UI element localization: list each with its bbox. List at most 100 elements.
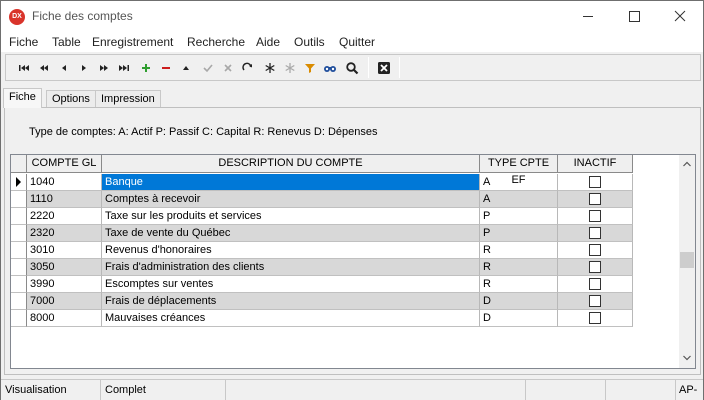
inactif-checkbox[interactable]	[589, 227, 601, 239]
header-type-cpte[interactable]: TYPE CPTE EF	[480, 155, 558, 186]
cell-type[interactable]: R	[480, 242, 558, 259]
cell-type[interactable]: P	[480, 225, 558, 242]
next-page-button[interactable]	[94, 57, 112, 78]
menu-table[interactable]: Table	[52, 35, 81, 49]
table-row[interactable]: 3050 Frais d'administration des clients …	[11, 259, 633, 276]
menu-fiche[interactable]: Fiche	[9, 35, 38, 49]
plus-icon	[142, 64, 150, 72]
status-panel	[226, 380, 526, 400]
first-record-button[interactable]	[14, 57, 32, 78]
add-record-button[interactable]	[136, 57, 154, 78]
cell-compte[interactable]: 2220	[27, 208, 102, 225]
maximize-button[interactable]	[611, 1, 657, 32]
title-bar[interactable]: DX Fiche des comptes	[1, 1, 703, 32]
asterisk-button[interactable]	[260, 57, 278, 78]
status-panel	[526, 380, 606, 400]
cell-description[interactable]: Banque	[102, 174, 480, 191]
accounts-grid-frame: COMPTE GL DESCRIPTION DU COMPTE TYPE CPT…	[10, 154, 696, 369]
header-inactif[interactable]: INACTIF	[558, 155, 633, 173]
cancel-edit-button[interactable]	[218, 57, 236, 78]
cell-type[interactable]: R	[480, 276, 558, 293]
cell-compte[interactable]: 3050	[27, 259, 102, 276]
cell-type[interactable]: A	[480, 191, 558, 208]
scroll-down-chevron-icon[interactable]	[683, 354, 691, 362]
inactif-checkbox[interactable]	[589, 176, 601, 188]
table-row[interactable]: 3990 Escomptes sur ventes R	[11, 276, 633, 293]
find-button[interactable]	[320, 57, 338, 78]
cell-inactif	[558, 259, 633, 276]
minimize-button[interactable]	[565, 1, 611, 32]
menu-bar: Fiche Table Enregistrement Recherche Aid…	[1, 32, 703, 52]
cell-description[interactable]: Frais d'administration des clients	[102, 259, 480, 276]
cell-inactif	[558, 242, 633, 259]
cell-description[interactable]: Mauvaises créances	[102, 310, 480, 327]
table-row[interactable]: 7000 Frais de déplacements D	[11, 293, 633, 310]
cell-type[interactable]: D	[480, 293, 558, 310]
cell-inactif	[558, 191, 633, 208]
tab-options[interactable]: Options	[46, 90, 96, 108]
asterisk-disabled-button[interactable]	[280, 57, 298, 78]
table-row[interactable]: 1110 Comptes à recevoir A	[11, 191, 633, 208]
cell-description[interactable]: Revenus d'honoraires	[102, 242, 480, 259]
move-up-button[interactable]	[176, 57, 194, 78]
account-type-legend: Type de comptes: A: Actif P: Passif C: C…	[29, 126, 378, 138]
table-row[interactable]: 3010 Revenus d'honoraires R	[11, 242, 633, 259]
refresh-button[interactable]	[238, 57, 256, 78]
cell-type[interactable]: D	[480, 310, 558, 327]
cell-type[interactable]: R	[480, 259, 558, 276]
previous-record-button[interactable]	[54, 57, 72, 78]
scroll-up-chevron-icon[interactable]	[683, 160, 691, 168]
cell-compte[interactable]: 3990	[27, 276, 102, 293]
filter-button[interactable]	[300, 57, 318, 78]
cell-compte[interactable]: 8000	[27, 310, 102, 327]
cell-description[interactable]: Taxe de vente du Québec	[102, 225, 480, 242]
cell-compte[interactable]: 7000	[27, 293, 102, 310]
current-row-arrow-icon	[16, 177, 21, 187]
cell-compte[interactable]: 1110	[27, 191, 102, 208]
next-record-button[interactable]	[74, 57, 92, 78]
toolbar-separator	[399, 57, 400, 78]
cell-type[interactable]: A	[480, 174, 558, 191]
delete-record-button[interactable]	[156, 57, 174, 78]
last-record-button[interactable]	[114, 57, 132, 78]
cell-description[interactable]: Escomptes sur ventes	[102, 276, 480, 293]
inactif-checkbox[interactable]	[589, 244, 601, 256]
menu-aide[interactable]: Aide	[256, 35, 280, 49]
tab-impression[interactable]: Impression	[95, 90, 161, 108]
menu-recherche[interactable]: Recherche	[187, 35, 245, 49]
inactif-checkbox[interactable]	[589, 295, 601, 307]
tab-fiche[interactable]: Fiche	[3, 88, 42, 108]
inactif-checkbox[interactable]	[589, 261, 601, 273]
row-indicator	[11, 191, 27, 208]
close-button[interactable]	[657, 1, 703, 32]
cell-type[interactable]: P	[480, 208, 558, 225]
menu-enregistrement[interactable]: Enregistrement	[92, 35, 173, 49]
cell-description[interactable]: Taxe sur les produits et services	[102, 208, 480, 225]
header-compte-gl[interactable]: COMPTE GL	[27, 155, 102, 173]
cell-compte[interactable]: 3010	[27, 242, 102, 259]
cell-inactif	[558, 208, 633, 225]
menu-quitter[interactable]: Quitter	[339, 35, 375, 49]
inactif-checkbox[interactable]	[589, 278, 601, 290]
table-row[interactable]: 2320 Taxe de vente du Québec P	[11, 225, 633, 242]
menu-outils[interactable]: Outils	[294, 35, 325, 49]
inactif-checkbox[interactable]	[589, 312, 601, 324]
close-form-button[interactable]	[374, 57, 392, 78]
inactif-checkbox[interactable]	[589, 193, 601, 205]
table-row[interactable]: 2220 Taxe sur les produits et services P	[11, 208, 633, 225]
inactif-checkbox[interactable]	[589, 210, 601, 222]
confirm-button[interactable]	[198, 57, 216, 78]
table-row[interactable]: 1040 Banque A	[11, 174, 633, 191]
vertical-scrollbar[interactable]	[679, 155, 695, 368]
cell-description[interactable]: Comptes à recevoir	[102, 191, 480, 208]
header-description[interactable]: DESCRIPTION DU COMPTE	[102, 155, 480, 173]
table-row[interactable]: 8000 Mauvaises créances D	[11, 310, 633, 327]
search-button[interactable]	[342, 57, 360, 78]
cell-compte[interactable]: 2320	[27, 225, 102, 242]
toolbar	[5, 54, 701, 81]
scrollbar-thumb[interactable]	[680, 252, 694, 268]
cell-compte[interactable]: 1040	[27, 174, 102, 191]
cell-description[interactable]: Frais de déplacements	[102, 293, 480, 310]
up-triangle-icon	[183, 66, 189, 70]
previous-page-button[interactable]	[34, 57, 52, 78]
